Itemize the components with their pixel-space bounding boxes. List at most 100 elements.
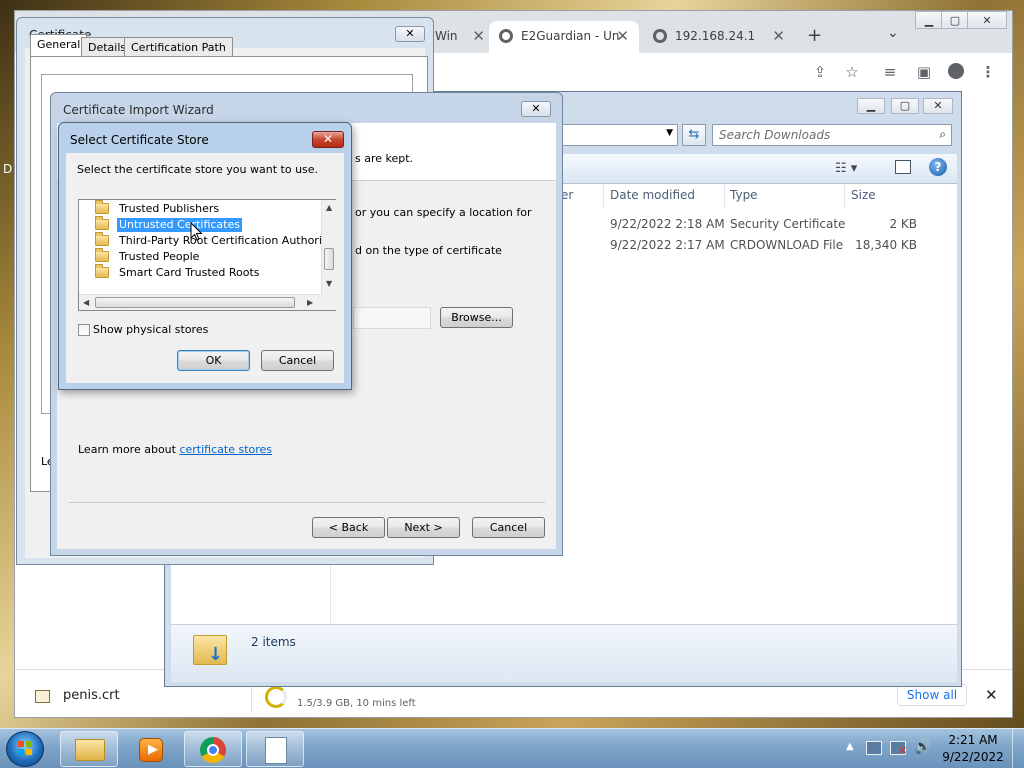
back-button[interactable]: < Back: [312, 517, 385, 538]
horizontal-scrollbar[interactable]: ◀ ▶: [79, 294, 321, 310]
tab-win[interactable]: Win ✕: [433, 21, 489, 53]
close-icon[interactable]: ✕: [616, 27, 629, 45]
tab-e2guardian[interactable]: E2Guardian - Un ✕: [489, 21, 639, 53]
show-hidden-icons-icon[interactable]: ▲: [846, 741, 854, 752]
share-icon[interactable]: ⇪: [811, 63, 829, 81]
cancel-button[interactable]: Cancel: [261, 350, 334, 371]
divider: [69, 502, 545, 503]
start-button[interactable]: [6, 731, 44, 767]
row-size: 18,340 KB: [855, 238, 917, 252]
side-panel-icon[interactable]: ▣: [915, 63, 933, 81]
new-tab-button[interactable]: +: [807, 25, 822, 46]
select-store-dialog: Select Certificate Store ✕ Select the ce…: [58, 122, 352, 390]
scroll-thumb[interactable]: [95, 297, 295, 308]
tree-item-trusted-people[interactable]: Trusted People: [95, 248, 321, 265]
downloads-folder-icon: ↓: [193, 635, 227, 665]
row-size: 2 KB: [889, 217, 917, 231]
desktop: { "desktop": { "partial_icon_label": "D"…: [0, 0, 1024, 768]
tree-item-label: Third-Party Root Certification Authoriti…: [119, 234, 321, 247]
search-placeholder: Search Downloads: [719, 128, 831, 142]
taskbar-document-button[interactable]: [246, 731, 304, 767]
windows-logo-icon: [18, 741, 32, 755]
profile-icon[interactable]: [947, 63, 965, 81]
tree-item-trusted-publishers[interactable]: Trusted Publishers: [95, 200, 321, 217]
address-bar[interactable]: ▼: [558, 124, 678, 146]
close-icon[interactable]: ✕: [395, 26, 425, 42]
store-path-field[interactable]: [353, 307, 431, 329]
explorer-close-button[interactable]: ✕: [923, 98, 953, 114]
wizard-text: s are kept.: [355, 152, 414, 165]
store-dialog-body: Select the certificate store you want to…: [66, 153, 344, 383]
vertical-scrollbar[interactable]: ▲ ▼: [321, 200, 336, 294]
folder-icon: [95, 248, 109, 262]
scroll-left-icon[interactable]: ◀: [83, 298, 89, 307]
chrome-icon: [200, 737, 226, 763]
scroll-thumb[interactable]: [324, 248, 334, 270]
network-icon[interactable]: ✕: [890, 741, 907, 756]
close-window-button[interactable]: ✕: [967, 11, 1007, 29]
status-bar: ↓ 2 items: [171, 624, 957, 682]
view-options-icon[interactable]: ☷ ▾: [835, 161, 857, 176]
tab-search-icon[interactable]: ≡: [881, 63, 899, 81]
close-icon[interactable]: ✕: [312, 131, 344, 148]
folder-icon: [95, 232, 109, 246]
close-icon[interactable]: ✕: [772, 27, 785, 45]
refresh-icon[interactable]: ⇆: [682, 124, 706, 146]
desktop-icon-label[interactable]: D: [3, 162, 12, 176]
search-input[interactable]: Search Downloads ⌕: [712, 124, 952, 146]
tab-certification-path[interactable]: Certification Path: [124, 37, 233, 57]
scroll-right-icon[interactable]: ▶: [307, 298, 313, 307]
scroll-up-icon[interactable]: ▲: [326, 203, 332, 212]
show-desktop-button[interactable]: [1012, 729, 1024, 768]
show-physical-checkbox-row[interactable]: Show physical stores: [78, 323, 208, 336]
star-icon[interactable]: ☆: [843, 63, 861, 81]
certificate-stores-link[interactable]: certificate stores: [179, 443, 272, 456]
column-type[interactable]: Type: [730, 188, 758, 202]
help-icon[interactable]: ?: [929, 158, 947, 176]
next-button[interactable]: Next >: [387, 517, 460, 538]
tab-search-chevron-icon[interactable]: ⌄: [887, 25, 899, 41]
minimize-button[interactable]: ▁: [915, 11, 943, 29]
tab-general[interactable]: General: [30, 34, 88, 57]
show-all-button[interactable]: Show all: [897, 684, 967, 706]
volume-icon[interactable]: 🔊: [914, 739, 931, 755]
clock-date[interactable]: 9/22/2022: [940, 750, 1006, 764]
store-tree[interactable]: Trusted Publishers Untrusted Certificate…: [78, 199, 336, 311]
globe-icon: [653, 29, 667, 43]
tree-item-third-party-root[interactable]: Third-Party Root Certification Authoriti…: [95, 232, 321, 249]
tab-label: E2Guardian - Un: [521, 29, 620, 43]
maximize-button[interactable]: ▢: [941, 11, 969, 29]
column-date-modified[interactable]: Date modified: [610, 188, 695, 202]
taskbar: ▶ ▲ ✕ 🔊 2:21 AM 9/22/2022: [0, 728, 1024, 768]
taskbar-chrome-button[interactable]: [184, 731, 242, 767]
explorer-maximize-button[interactable]: ▢: [891, 98, 919, 114]
explorer-minimize-button[interactable]: ▁: [857, 98, 885, 114]
action-center-icon[interactable]: [866, 741, 882, 755]
tree-viewport: Trusted Publishers Untrusted Certificate…: [95, 200, 321, 294]
close-icon[interactable]: ✕: [472, 27, 485, 45]
scroll-down-icon[interactable]: ▼: [326, 279, 332, 288]
row-type: CRDOWNLOAD File: [730, 238, 844, 252]
item-count: 2 items: [251, 635, 296, 649]
clock-time[interactable]: 2:21 AM: [940, 733, 1006, 747]
cancel-button[interactable]: Cancel: [472, 517, 545, 538]
folder-icon: [95, 200, 109, 214]
search-icon: ⌕: [939, 127, 946, 141]
certificate-file-icon: [35, 690, 50, 703]
show-physical-checkbox[interactable]: [78, 324, 90, 336]
tree-item-smart-card-trusted-roots[interactable]: Smart Card Trusted Roots: [95, 264, 321, 281]
kebab-menu-icon[interactable]: ⋮: [979, 63, 997, 81]
column-size[interactable]: Size: [851, 188, 876, 202]
taskbar-media-player-button[interactable]: ▶: [122, 731, 180, 767]
close-shelf-icon[interactable]: ✕: [985, 686, 998, 704]
address-dropdown-icon[interactable]: ▼: [666, 128, 673, 138]
ok-button[interactable]: OK: [177, 350, 250, 371]
wizard-title: Certificate Import Wizard: [63, 103, 214, 117]
taskbar-explorer-button[interactable]: [60, 731, 118, 767]
tree-item-untrusted-certificates[interactable]: Untrusted Certificates: [95, 216, 321, 233]
close-icon[interactable]: ✕: [521, 101, 551, 117]
browse-button[interactable]: Browse...: [440, 307, 513, 328]
tab-ip[interactable]: 192.168.24.1 ✕: [643, 21, 795, 53]
preview-pane-icon[interactable]: [895, 160, 911, 174]
download-item-name[interactable]: penis.crt: [63, 688, 120, 703]
